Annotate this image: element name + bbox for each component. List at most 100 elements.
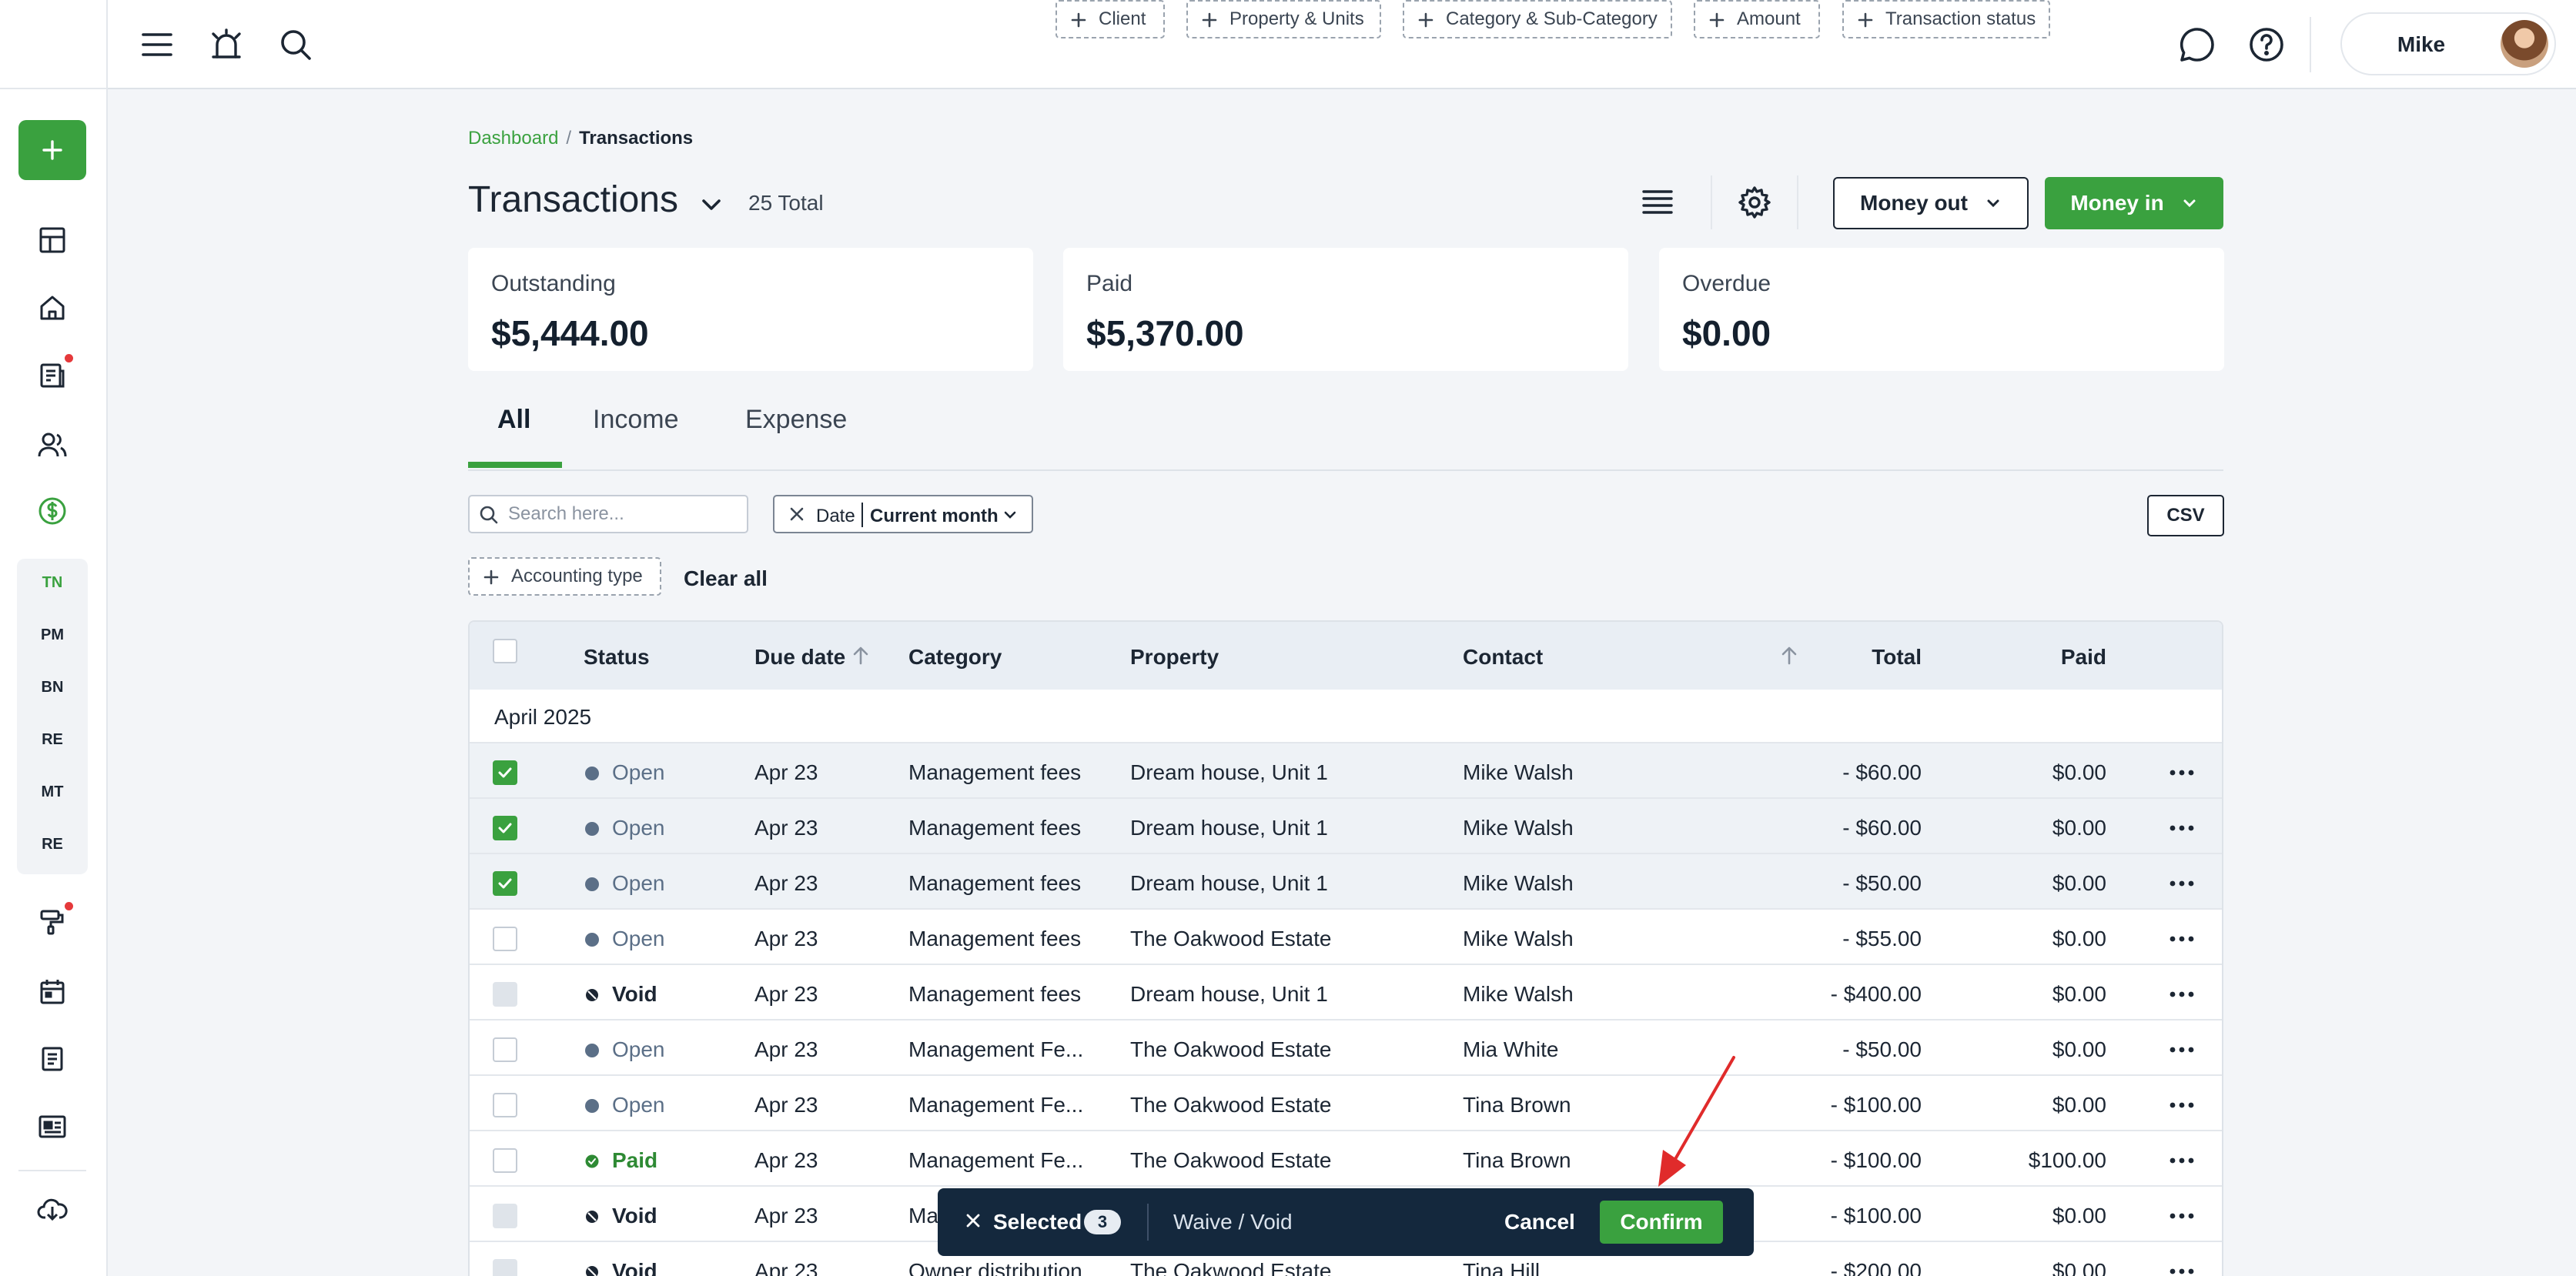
- table-row[interactable]: Open Apr 23 Management Fe... The Oakwood Es…: [470, 1076, 2222, 1131]
- list-view-button[interactable]: [1632, 177, 1683, 228]
- menu-button[interactable]: [135, 23, 179, 66]
- tab-all[interactable]: All: [497, 405, 530, 435]
- more-options-icon[interactable]: [2166, 1148, 2197, 1173]
- more-options-icon[interactable]: [2166, 760, 2197, 785]
- filter-chip-category[interactable]: Category & Sub-Category: [1403, 0, 1672, 38]
- table-row[interactable]: Open Apr 23 Management Fe... The Oakwood Es…: [470, 1020, 2222, 1076]
- contact[interactable]: Tina Brown: [1463, 1093, 1571, 1117]
- sort-arrow-up-icon[interactable]: [850, 645, 871, 666]
- filter-chip-client[interactable]: Client: [1055, 0, 1165, 38]
- close-icon[interactable]: [964, 1211, 982, 1230]
- contact[interactable]: Tina Brown: [1463, 1148, 1571, 1173]
- property[interactable]: The Oakwood Estate: [1130, 1259, 1331, 1276]
- more-options-icon[interactable]: [2166, 871, 2197, 896]
- column-header-category[interactable]: Category: [908, 645, 1002, 670]
- alerts-button[interactable]: [205, 23, 248, 66]
- filter-chip-amount[interactable]: Amount: [1694, 0, 1820, 38]
- waive-void-action[interactable]: Waive / Void: [1173, 1210, 1293, 1234]
- column-header-property[interactable]: Property: [1130, 645, 1219, 670]
- date-filter[interactable]: Date Current month: [773, 495, 1033, 533]
- contact[interactable]: Mike Walsh: [1463, 871, 1574, 896]
- more-options-icon[interactable]: [2166, 982, 2197, 1007]
- contact[interactable]: Mike Walsh: [1463, 927, 1574, 951]
- csv-export-button[interactable]: CSV: [2147, 495, 2224, 536]
- row-checkbox[interactable]: [493, 816, 517, 840]
- row-checkbox[interactable]: [493, 927, 517, 951]
- sidebar-abbr-tn[interactable]: TN: [0, 574, 105, 592]
- money-out-button[interactable]: Money out: [1833, 177, 2029, 229]
- row-checkbox[interactable]: [493, 1037, 517, 1062]
- sidebar-item-downloads[interactable]: [34, 1190, 71, 1227]
- contact[interactable]: Mike Walsh: [1463, 760, 1574, 785]
- table-row[interactable]: Open Apr 23 Management fees Dream house, Un…: [470, 743, 2222, 799]
- property[interactable]: Dream house, Unit 1: [1130, 816, 1328, 840]
- tab-income[interactable]: Income: [593, 405, 679, 435]
- row-checkbox[interactable]: [493, 1148, 517, 1173]
- column-header-contact[interactable]: Contact: [1463, 645, 1543, 670]
- create-new-button[interactable]: [18, 120, 86, 180]
- sidebar-item-contacts[interactable]: [34, 426, 71, 463]
- row-checkbox[interactable]: [493, 871, 517, 896]
- property[interactable]: The Oakwood Estate: [1130, 927, 1331, 951]
- breadcrumb-dashboard-link[interactable]: Dashboard: [468, 128, 558, 149]
- money-in-button[interactable]: Money in: [2045, 177, 2223, 229]
- sidebar-abbr-bn[interactable]: BN: [0, 679, 105, 696]
- column-header-paid[interactable]: Paid: [1991, 645, 2106, 670]
- sidebar-abbr-re[interactable]: RE: [0, 731, 105, 749]
- sidebar-item-notes[interactable]: [34, 1041, 71, 1077]
- sidebar-abbr-re-2[interactable]: RE: [0, 836, 105, 853]
- more-options-icon[interactable]: [2166, 1093, 2197, 1117]
- user-menu[interactable]: Mike: [2340, 12, 2556, 75]
- column-header-status[interactable]: Status: [584, 645, 650, 670]
- close-icon[interactable]: [787, 504, 807, 524]
- settings-button[interactable]: [1729, 177, 1780, 228]
- search-input[interactable]: [508, 499, 739, 529]
- property[interactable]: Dream house, Unit 1: [1130, 760, 1328, 785]
- clear-all-filters-button[interactable]: Clear all: [684, 566, 768, 591]
- global-search-button[interactable]: [274, 23, 317, 66]
- sidebar-abbr-pm[interactable]: PM: [0, 626, 105, 644]
- tab-expense[interactable]: Expense: [745, 405, 847, 435]
- filter-chip-property-units[interactable]: Property & Units: [1186, 0, 1381, 38]
- more-options-icon[interactable]: [2166, 816, 2197, 840]
- confirm-button[interactable]: Confirm: [1600, 1201, 1723, 1244]
- sidebar-item-properties[interactable]: [34, 289, 71, 326]
- row-checkbox[interactable]: [493, 760, 517, 785]
- property[interactable]: Dream house, Unit 1: [1130, 982, 1328, 1007]
- sidebar-item-leases[interactable]: [34, 357, 71, 394]
- messages-button[interactable]: [2176, 23, 2219, 66]
- filter-chip-transaction-status[interactable]: Transaction status: [1842, 0, 2050, 38]
- table-row[interactable]: Void Apr 23 Management fees Dream house, Un…: [470, 965, 2222, 1020]
- sidebar-item-calendar[interactable]: [34, 973, 71, 1010]
- sidebar-abbr-mt[interactable]: MT: [0, 783, 105, 801]
- contact[interactable]: Mike Walsh: [1463, 816, 1574, 840]
- page-title[interactable]: Transactions: [468, 179, 678, 221]
- property[interactable]: The Oakwood Estate: [1130, 1093, 1331, 1117]
- more-options-icon[interactable]: [2166, 927, 2197, 951]
- property[interactable]: Dream house, Unit 1: [1130, 871, 1328, 896]
- table-row[interactable]: Paid Apr 23 Management Fe... The Oakwood Es…: [470, 1131, 2222, 1187]
- search-box[interactable]: [468, 495, 748, 533]
- contact[interactable]: Mike Walsh: [1463, 982, 1574, 1007]
- property[interactable]: The Oakwood Estate: [1130, 1148, 1331, 1173]
- filter-chip-accounting-type[interactable]: Accounting type: [468, 557, 661, 596]
- select-all-checkbox[interactable]: [493, 639, 517, 663]
- sidebar-item-accounting[interactable]: [34, 493, 71, 529]
- more-options-icon[interactable]: [2166, 1259, 2197, 1276]
- cancel-button[interactable]: Cancel: [1504, 1210, 1575, 1234]
- sort-arrow-up-icon[interactable]: [1778, 645, 1800, 666]
- column-header-due-date[interactable]: Due date: [754, 645, 845, 670]
- table-row[interactable]: Open Apr 23 Management fees The Oakwood Est…: [470, 910, 2222, 965]
- contact[interactable]: Tina Hill: [1463, 1259, 1540, 1276]
- sidebar-item-reports[interactable]: [34, 1108, 71, 1145]
- chevron-down-icon[interactable]: [698, 191, 725, 219]
- row-checkbox[interactable]: [493, 1093, 517, 1117]
- more-options-icon[interactable]: [2166, 1037, 2197, 1062]
- table-row[interactable]: Open Apr 23 Management fees Dream house, Un…: [470, 854, 2222, 910]
- property[interactable]: The Oakwood Estate: [1130, 1037, 1331, 1062]
- help-button[interactable]: [2245, 23, 2288, 66]
- more-options-icon[interactable]: [2166, 1204, 2197, 1228]
- contact[interactable]: Mia White: [1463, 1037, 1558, 1062]
- sidebar-item-dashboard[interactable]: [34, 222, 71, 259]
- table-row[interactable]: Open Apr 23 Management fees Dream house, Un…: [470, 799, 2222, 854]
